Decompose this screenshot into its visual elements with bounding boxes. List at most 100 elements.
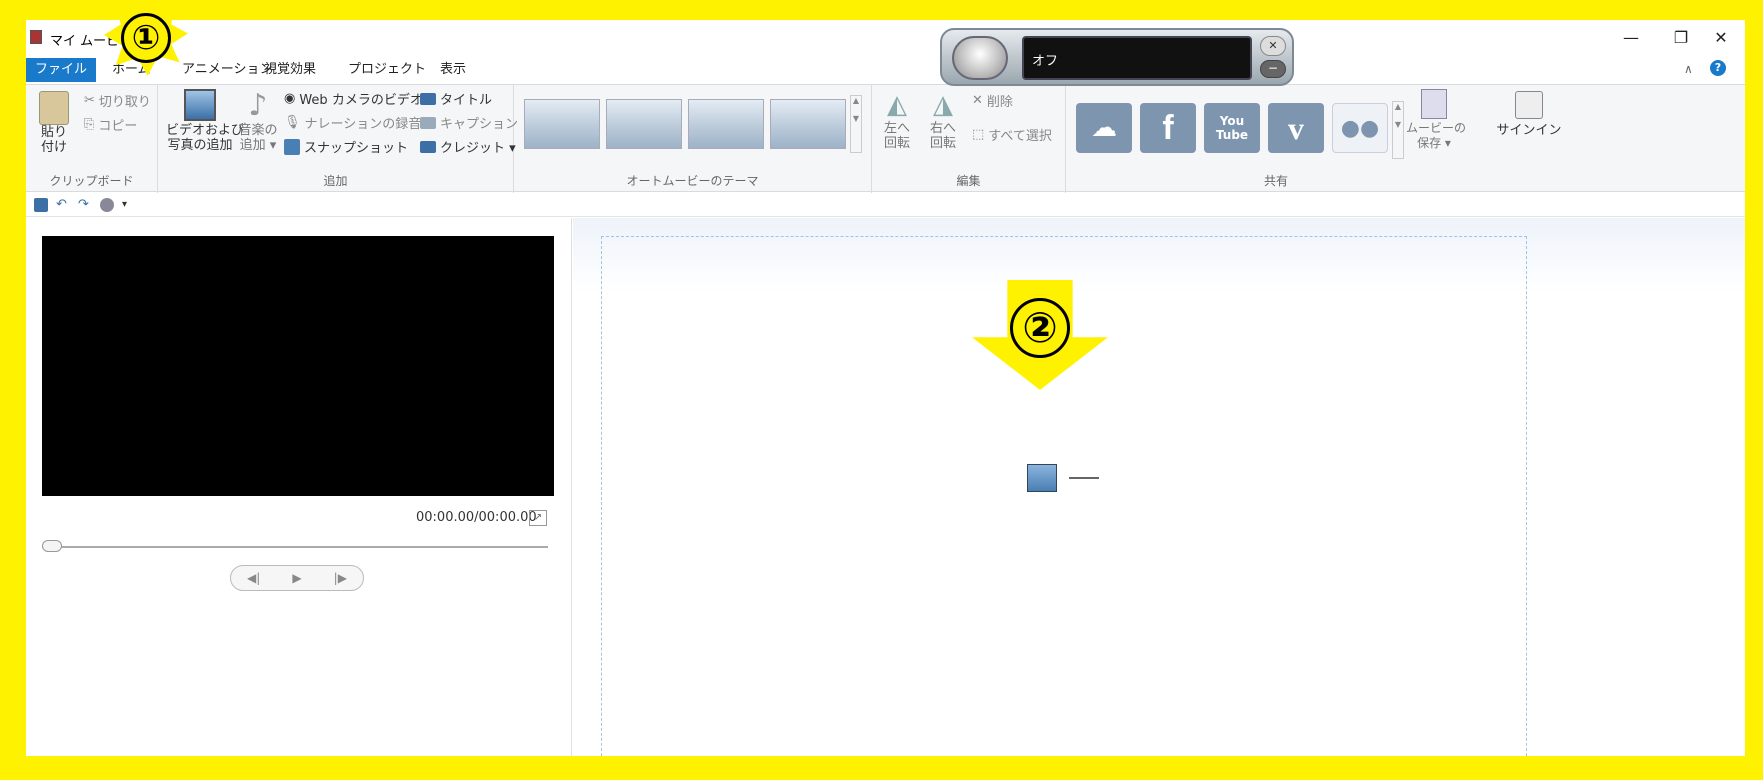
previous-frame-button[interactable]: ◀| xyxy=(247,571,260,585)
group-clipboard: 貼り 付け ✂ 切り取り ⎘ コピー クリップボード xyxy=(26,85,158,193)
annotation-arrow-2: ② xyxy=(972,280,1108,390)
title-bar: マイ ムービー — ❐ ✕ xyxy=(26,20,1745,52)
rotate-left-icon: ◭ xyxy=(887,90,907,120)
copy-button[interactable]: ⎘ コピー xyxy=(84,115,137,134)
credits-icon xyxy=(420,140,436,153)
credits-button[interactable]: クレジット ▾ xyxy=(420,137,516,156)
ribbon-tabs: ファイル ホーム アニメーション 視覚効果 プロジェクト 表示 ∧ ? xyxy=(26,58,1745,84)
customize-qat-icon[interactable]: ▾ xyxy=(122,198,136,212)
title-icon xyxy=(420,92,436,105)
tab-file[interactable]: ファイル xyxy=(26,58,96,82)
speech-recognition-bar: オフ ✕ − xyxy=(940,28,1294,86)
onedrive-share-button[interactable]: ☁ xyxy=(1076,103,1132,153)
placeholder-line xyxy=(1069,477,1099,479)
tab-view[interactable]: 表示 xyxy=(430,58,476,82)
disc-icon[interactable] xyxy=(100,198,114,212)
group-autotheme: ▲ ▼ オートムービーのテーマ xyxy=(514,85,872,193)
tab-project[interactable]: プロジェクト xyxy=(338,58,436,82)
tab-visual-effects[interactable]: 視覚効果 xyxy=(254,58,326,82)
record-narration-button[interactable]: 🎙 ナレーションの録音 ▾ xyxy=(284,113,432,132)
redo-icon[interactable]: ↷ xyxy=(78,198,92,212)
flickr-share-button[interactable]: ●● xyxy=(1332,103,1388,153)
group-label-add: 追加 xyxy=(323,174,348,188)
save-icon[interactable] xyxy=(34,198,48,212)
next-frame-button[interactable]: |▶ xyxy=(334,571,347,585)
badge-number-2: ② xyxy=(1010,298,1070,358)
annotation-badge-1: ① xyxy=(104,0,188,76)
add-music-button[interactable]: ♪ 音楽の 追加 ▾ xyxy=(236,88,280,154)
microphone-icon[interactable] xyxy=(952,36,1008,80)
sign-in-button[interactable]: サインイン xyxy=(1494,91,1564,138)
film-photo-icon xyxy=(1027,464,1057,492)
help-icon[interactable]: ? xyxy=(1710,60,1726,76)
add-video-photo-button[interactable]: ビデオおよび 写真の追加 xyxy=(166,89,244,153)
save-movie-icon xyxy=(1421,89,1447,119)
caption-icon xyxy=(420,116,436,129)
group-label-edit: 編集 xyxy=(956,174,981,188)
delete-x-icon: ✕ xyxy=(972,93,983,108)
undo-icon[interactable]: ↶ xyxy=(56,198,70,212)
collapse-ribbon-icon[interactable]: ∧ xyxy=(1684,62,1693,76)
flickr-icon: ●● xyxy=(1340,115,1380,141)
theme-pan-zoom[interactable] xyxy=(770,99,846,149)
app-icon xyxy=(30,30,42,44)
select-all-button[interactable]: ⬚ すべて選択 xyxy=(972,125,1052,144)
minimize-button[interactable]: — xyxy=(1611,24,1651,50)
play-button[interactable]: ▶ xyxy=(292,571,301,585)
cloud-icon: ☁ xyxy=(1091,113,1117,143)
theme-contemporary[interactable] xyxy=(606,99,682,149)
group-label-autotheme: オートムービーのテーマ xyxy=(626,174,759,188)
group-label-clipboard: クリップボード xyxy=(49,174,134,188)
webcam-icon: ◉ xyxy=(284,91,296,106)
microphone-icon: 🎙 xyxy=(284,115,301,130)
storyboard-pane xyxy=(573,218,1745,756)
caption-button[interactable]: キャプション xyxy=(420,113,518,132)
group-edit: ◭ 左へ 回転 ◮ 右へ 回転 ✕ 削除 ⬚ すべて選択 編集 xyxy=(872,85,1066,193)
speech-minimize-button[interactable]: − xyxy=(1260,60,1286,78)
paste-button[interactable]: 貼り 付け xyxy=(34,91,74,155)
playback-controls: ◀| ▶ |▶ xyxy=(230,565,364,591)
group-add: ビデオおよび 写真の追加 ♪ 音楽の 追加 ▾ ◉ Web カメラのビデオ 🎙 ナレ… xyxy=(158,85,518,193)
share-scroll[interactable]: ▲ ▼ xyxy=(1392,101,1404,159)
video-preview xyxy=(42,236,554,496)
snapshot-button[interactable]: スナップショット xyxy=(284,137,408,156)
delete-button[interactable]: ✕ 削除 xyxy=(972,91,1013,110)
theme-default[interactable] xyxy=(524,99,600,149)
fullscreen-preview-icon[interactable]: ↗ xyxy=(529,510,547,526)
copy-icon: ⎘ xyxy=(84,117,95,132)
user-icon xyxy=(1515,91,1543,119)
facebook-icon: f xyxy=(1162,108,1174,147)
time-display: 00:00.00/00:00.00 xyxy=(416,510,537,525)
theme-fade[interactable] xyxy=(688,99,764,149)
speech-close-button[interactable]: ✕ xyxy=(1260,36,1286,56)
ribbon: 貼り 付け ✂ 切り取り ⎘ コピー クリップボード ビデオおよび 写真の追加 ♪ … xyxy=(26,84,1745,193)
title-button[interactable]: タイトル xyxy=(420,89,492,108)
seek-thumb[interactable] xyxy=(42,540,62,552)
rotate-right-button[interactable]: ◮ 右へ 回転 xyxy=(922,89,964,151)
close-button[interactable]: ✕ xyxy=(1701,24,1741,50)
vimeo-share-button[interactable]: v xyxy=(1268,103,1324,153)
movie-maker-window: マイ ムービー — ❐ ✕ ファイル ホーム アニメーション 視覚効果 プロジェ… xyxy=(26,20,1745,756)
facebook-share-button[interactable]: f xyxy=(1140,103,1196,153)
vimeo-icon: v xyxy=(1288,109,1304,146)
select-all-icon: ⬚ xyxy=(972,127,985,142)
restore-button[interactable]: ❐ xyxy=(1661,24,1701,50)
webcam-video-button[interactable]: ◉ Web カメラのビデオ xyxy=(284,89,423,108)
rotate-right-icon: ◮ xyxy=(933,90,953,120)
film-photo-icon xyxy=(184,89,216,121)
clipboard-icon xyxy=(39,91,69,125)
theme-scroll[interactable]: ▲ ▼ xyxy=(850,95,862,153)
seek-track[interactable] xyxy=(42,546,548,548)
cut-button[interactable]: ✂ 切り取り xyxy=(84,91,151,110)
badge-number-1: ① xyxy=(121,13,171,63)
music-note-icon: ♪ xyxy=(248,88,268,123)
quick-access-toolbar: ↶ ↷ ▾ xyxy=(26,193,1745,217)
youtube-share-button[interactable]: You Tube xyxy=(1204,103,1260,153)
scissors-icon: ✂ xyxy=(84,93,95,108)
save-movie-button[interactable]: ムービーの 保存 ▾ xyxy=(1406,89,1466,151)
group-share: ☁ f You Tube v ●● ▲ ▼ ムービーの 保存 ▾ 共有 xyxy=(1066,85,1486,193)
group-label-share: 共有 xyxy=(1263,174,1288,188)
snapshot-icon xyxy=(284,138,300,155)
rotate-left-button[interactable]: ◭ 左へ 回転 xyxy=(876,89,918,151)
speech-status: オフ xyxy=(1022,36,1252,80)
